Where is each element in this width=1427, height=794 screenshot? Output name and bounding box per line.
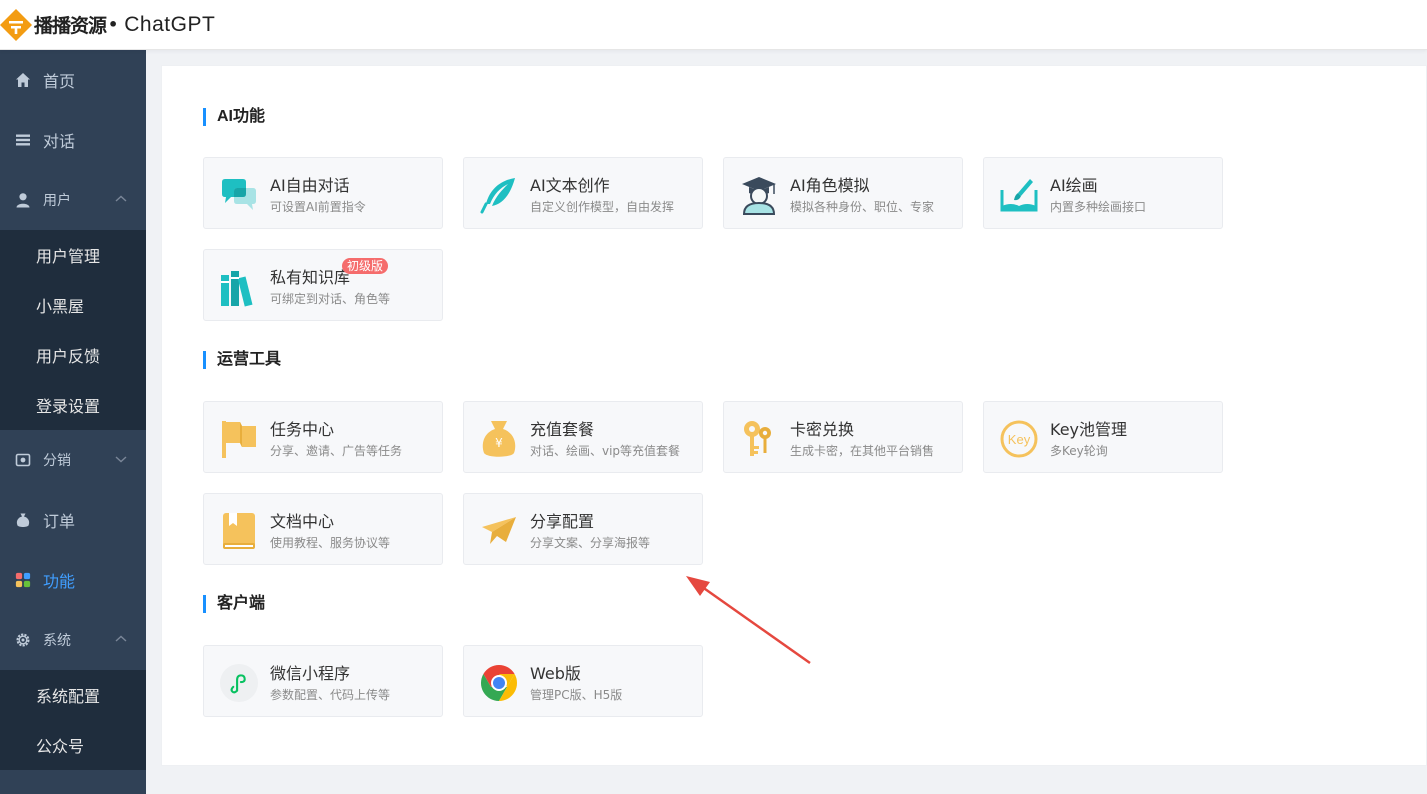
card-web-version[interactable]: Web版 管理PC版、H5版 <box>463 645 703 717</box>
card-description: 对话、绘画、vip等充值套餐 <box>530 444 681 458</box>
sidebar-item-login-settings[interactable]: 登录设置 <box>0 380 146 430</box>
card-description: 可设置AI前置指令 <box>270 200 366 214</box>
card-description: 分享、邀请、广告等任务 <box>270 444 403 458</box>
sidebar-item-official-account[interactable]: 公众号 <box>0 720 146 770</box>
card-title: 充值套餐 <box>530 420 595 439</box>
card-ai-role[interactable]: AI角色模拟 模拟各种身份、职位、专家 <box>723 157 963 229</box>
apps-icon <box>15 572 31 588</box>
card-description: 使用教程、服务协议等 <box>270 536 391 550</box>
flag-icon <box>219 419 259 459</box>
user-icon <box>15 192 31 208</box>
section-title-ai: AI功能 <box>203 108 265 126</box>
sidebar-item-chat[interactable]: 对话 <box>0 110 146 170</box>
card-doc-center[interactable]: 文档中心 使用教程、服务协议等 <box>203 493 443 565</box>
system-submenu: 系统配置 公众号 <box>0 670 146 770</box>
card-ai-chat[interactable]: AI自由对话 可设置AI前置指令 <box>203 157 443 229</box>
sidebar-item-blacklist[interactable]: 小黑屋 <box>0 280 146 330</box>
sidebar-item-label: 分销 <box>43 453 71 469</box>
sidebar-item-label: 对话 <box>43 132 76 151</box>
card-description: 分享文案、分享海报等 <box>530 536 651 550</box>
card-title: AI绘画 <box>1050 176 1098 195</box>
sidebar-item-label: 用户 <box>43 193 71 209</box>
card-knowledge-base[interactable]: 私有知识库 初级版 可绑定到对话、角色等 <box>203 249 443 321</box>
card-description: 可绑定到对话、角色等 <box>270 292 391 306</box>
chevron-down-icon <box>115 456 127 463</box>
app-name: ChatGPT <box>124 12 216 36</box>
svg-text:Key: Key <box>1008 432 1031 447</box>
user-submenu: 用户管理 小黑屋 用户反馈 登录设置 <box>0 230 146 430</box>
card-description: 参数配置、代码上传等 <box>270 688 391 702</box>
card-ai-painting[interactable]: AI绘画 内置多种绘画接口 <box>983 157 1223 229</box>
card-title: 文档中心 <box>270 512 335 531</box>
card-title: AI角色模拟 <box>790 176 870 195</box>
graduate-icon <box>739 175 779 215</box>
sidebar-item-user-feedback[interactable]: 用户反馈 <box>0 330 146 380</box>
paper-plane-icon <box>479 511 519 551</box>
card-task-center[interactable]: 任务中心 分享、邀请、广告等任务 <box>203 401 443 473</box>
beginner-edition-badge: 初级版 <box>342 258 389 274</box>
chat-bubbles-icon <box>219 175 259 215</box>
sidebar-item-user-management[interactable]: 用户管理 <box>0 230 146 280</box>
mini-program-icon <box>219 663 259 703</box>
card-description: 多Key轮询 <box>1050 444 1108 458</box>
sidebar-item-label: 功能 <box>43 572 76 591</box>
logo[interactable]: 播播资源 • ChatGPT <box>0 0 215 50</box>
keys-icon <box>739 419 779 459</box>
money-bag-icon <box>15 512 31 528</box>
chevron-up-icon <box>115 195 127 202</box>
chevron-up-icon <box>115 635 127 642</box>
distribution-icon <box>15 452 31 468</box>
card-description: 模拟各种身份、职位、专家 <box>790 200 935 214</box>
money-bag-icon: ¥ <box>479 419 519 459</box>
card-title: AI文本创作 <box>530 176 610 195</box>
sidebar-item-label: 首页 <box>43 72 76 91</box>
feather-icon <box>479 175 519 215</box>
card-share-config[interactable]: 分享配置 分享文案、分享海报等 <box>463 493 703 565</box>
sidebar-item-orders[interactable]: 订单 <box>0 490 146 550</box>
paint-brush-icon <box>999 175 1039 215</box>
card-description: 内置多种绘画接口 <box>1050 200 1147 214</box>
card-card-redeem[interactable]: 卡密兑换 生成卡密，在其他平台销售 <box>723 401 963 473</box>
list-icon <box>15 132 31 148</box>
card-title: Web版 <box>530 664 581 683</box>
card-title: 任务中心 <box>270 420 335 439</box>
card-ai-writing[interactable]: AI文本创作 自定义创作模型，自由发挥 <box>463 157 703 229</box>
card-key-pool[interactable]: Key Key池管理 多Key轮询 <box>983 401 1223 473</box>
brand-separator: • <box>108 15 119 34</box>
card-title: 私有知识库 <box>270 268 351 287</box>
document-icon <box>219 511 259 551</box>
card-wechat-miniprogram[interactable]: 微信小程序 参数配置、代码上传等 <box>203 645 443 717</box>
books-icon <box>219 267 259 307</box>
card-title: Key池管理 <box>1050 420 1128 439</box>
card-title: 分享配置 <box>530 512 595 531</box>
section-title-ops: 运营工具 <box>203 351 281 369</box>
sidebar: 首页 对话 用户 用户管理 小黑屋 用户反馈 登录设置 分销 订单 功能 系统 … <box>0 50 146 794</box>
svg-text:¥: ¥ <box>495 436 503 450</box>
key-badge-icon: Key <box>999 419 1039 459</box>
sidebar-item-system[interactable]: 系统 <box>0 610 146 670</box>
section-title-client: 客户端 <box>203 595 265 613</box>
gear-icon <box>15 632 31 648</box>
sidebar-item-label: 系统 <box>43 633 71 649</box>
sidebar-item-distribution[interactable]: 分销 <box>0 430 146 490</box>
logo-diamond-icon <box>0 8 32 41</box>
card-description: 生成卡密，在其他平台销售 <box>790 444 935 458</box>
card-title: 卡密兑换 <box>790 420 855 439</box>
card-description: 管理PC版、H5版 <box>530 688 623 702</box>
sidebar-item-user[interactable]: 用户 <box>0 170 146 230</box>
card-recharge-packages[interactable]: ¥ 充值套餐 对话、绘画、vip等充值套餐 <box>463 401 703 473</box>
card-title: 微信小程序 <box>270 664 351 683</box>
card-title: AI自由对话 <box>270 176 350 195</box>
home-icon <box>15 72 31 88</box>
brand-name: 播播资源 <box>34 15 107 37</box>
chrome-icon <box>479 663 519 703</box>
sidebar-item-home[interactable]: 首页 <box>0 50 146 110</box>
card-description: 自定义创作模型，自由发挥 <box>530 200 675 214</box>
top-bar: 播播资源 • ChatGPT <box>0 0 1427 50</box>
features-panel: AI功能 AI自由对话 可设置AI前置指令 AI文本创作 自定义创作模型，自由发… <box>161 65 1427 766</box>
sidebar-item-system-config[interactable]: 系统配置 <box>0 670 146 720</box>
sidebar-item-features[interactable]: 功能 <box>0 550 146 610</box>
sidebar-item-label: 订单 <box>43 512 76 531</box>
